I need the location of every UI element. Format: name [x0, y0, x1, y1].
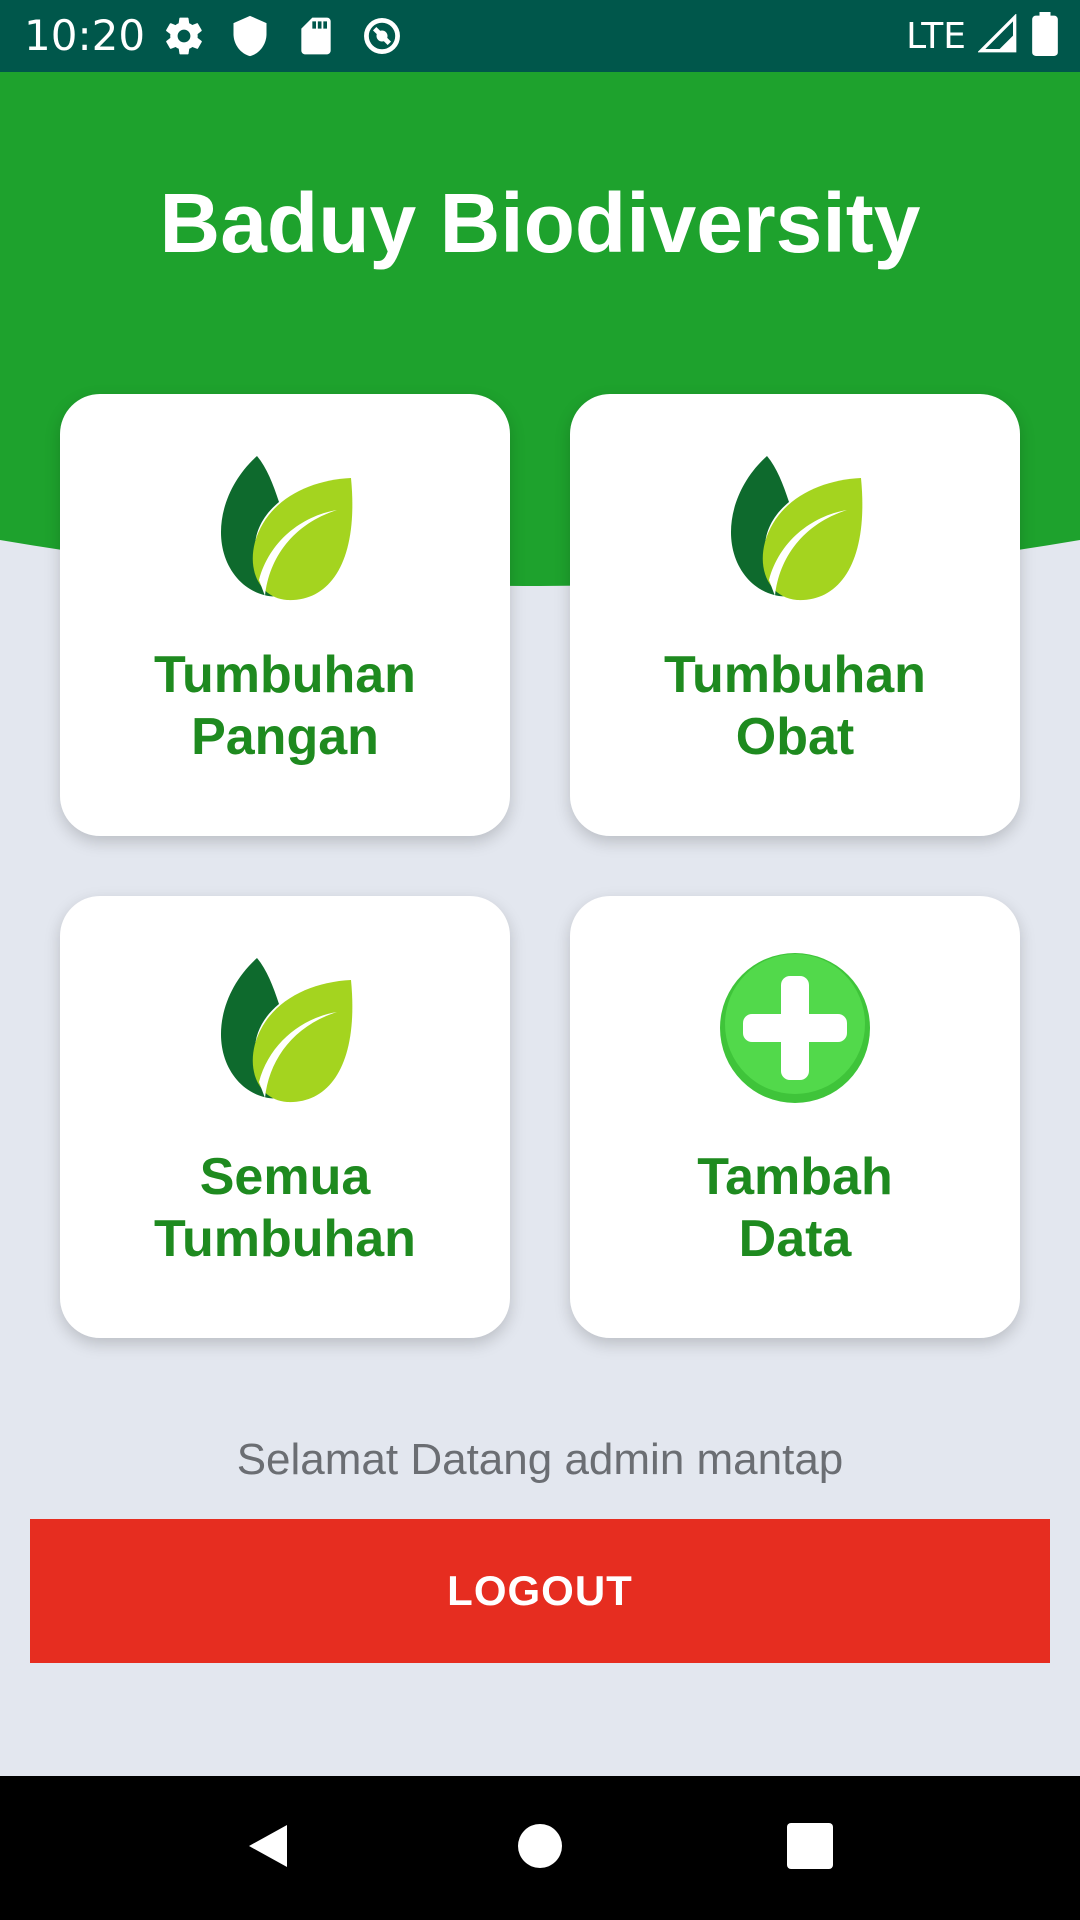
menu-card-line1: Tambah [697, 1148, 893, 1206]
battery-icon [1030, 12, 1060, 61]
menu-card-line2: Obat [735, 708, 855, 766]
home-icon [516, 1822, 564, 1875]
status-time: 10:20 [24, 11, 146, 60]
status-bar: 10:20 LTE [0, 0, 1080, 72]
menu-card-line1: Tumbuhan [154, 646, 416, 704]
menu-card-tumbuhan-obat[interactable]: Tumbuhan Obat [570, 394, 1020, 836]
menu-card-tumbuhan-pangan[interactable]: Tumbuhan Pangan [60, 394, 510, 836]
menu-card-line2: Data [738, 1210, 852, 1268]
menu-card-line1: Semua [199, 1148, 371, 1206]
logout-button[interactable]: LOGOUT [30, 1519, 1050, 1663]
welcome-text: Selamat Datang admin mantap [236, 1435, 844, 1484]
back-icon [243, 1821, 293, 1876]
app-title: Baduy Biodiversity [159, 176, 921, 270]
plus-circle-icon [719, 952, 871, 1104]
back-button[interactable] [208, 1776, 328, 1920]
menu-card-line2: Tumbuhan [154, 1210, 416, 1268]
sd-card-icon [294, 14, 338, 58]
leaf-icon [209, 952, 361, 1104]
menu-card-line1: Tumbuhan [664, 646, 926, 704]
recents-icon [787, 1822, 833, 1874]
leaf-icon [209, 450, 361, 602]
network-type: LTE [906, 15, 966, 57]
data-saver-icon [360, 14, 404, 58]
menu-card-semua-tumbuhan[interactable]: Semua Tumbuhan [60, 896, 510, 1338]
navigation-bar [0, 1776, 1080, 1920]
gear-icon [162, 14, 206, 58]
home-button[interactable] [480, 1776, 600, 1920]
recents-button[interactable] [750, 1776, 870, 1920]
menu-card-tambah-data[interactable]: Tambah Data [570, 896, 1020, 1338]
signal-icon [977, 13, 1018, 59]
menu-card-line2: Pangan [191, 708, 379, 766]
leaf-icon [719, 450, 871, 602]
shield-icon [228, 14, 272, 58]
